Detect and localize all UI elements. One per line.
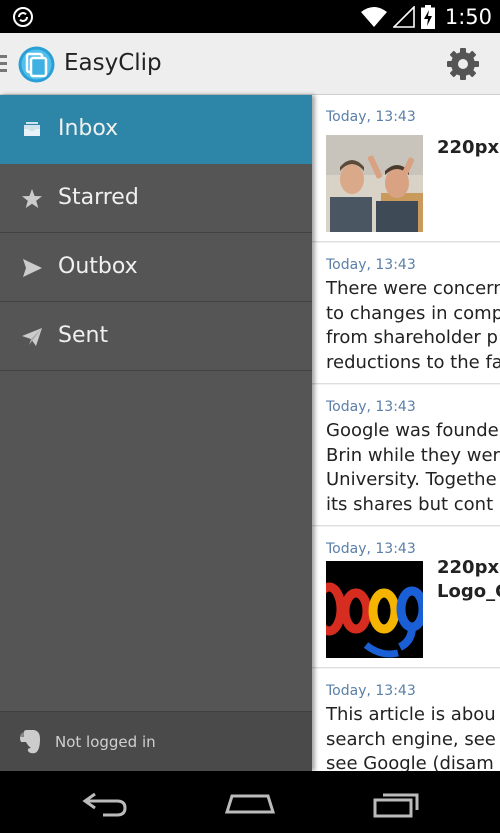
drawer-indicator-icon[interactable]	[0, 55, 7, 73]
drawer-item-label: Sent	[58, 323, 109, 348]
clip-text: There were concern to changes in comp fr…	[326, 278, 500, 373]
inbox-icon	[24, 122, 40, 136]
drawer-item-starred[interactable]: Starred	[0, 164, 312, 233]
paper-plane-icon	[22, 328, 42, 346]
drawer-item-label: Outbox	[58, 254, 138, 279]
clip-timestamp: Today, 13:43	[326, 257, 416, 273]
app-title: EasyClip	[64, 50, 162, 76]
drawer-item-sent[interactable]: Sent	[0, 302, 312, 371]
clip-title: 220px- Logo_G	[437, 557, 500, 602]
system-nav-bar	[0, 771, 500, 833]
settings-gear-icon[interactable]	[446, 47, 480, 81]
status-bar: 1:50	[0, 0, 500, 33]
send-arrow-icon	[23, 259, 42, 277]
clip-item[interactable]: Today, 13:43 This article is abou search…	[312, 669, 500, 771]
clip-timestamp: Today, 13:43	[326, 109, 416, 125]
signal-icon	[392, 5, 415, 28]
app-logo-icon[interactable]	[18, 46, 55, 83]
home-icon[interactable]	[224, 788, 276, 818]
status-time: 1:50	[444, 4, 492, 29]
clip-item[interactable]: Today, 13:43 220px- Logo_G	[312, 527, 500, 668]
drawer-item-label: Inbox	[58, 116, 119, 141]
clip-item[interactable]: Today, 13:43 220px-	[312, 95, 500, 242]
clip-item[interactable]: Today, 13:43 Google was founde Brin whil…	[312, 385, 500, 526]
recent-apps-icon[interactable]	[371, 788, 423, 818]
clip-text: This article is abou search engine, see …	[326, 704, 496, 771]
drawer-item-outbox[interactable]: Outbox	[0, 233, 312, 302]
navigation-drawer: Inbox Starred Outbox Sent Not logged in	[0, 95, 312, 771]
action-bar: EasyClip	[0, 33, 500, 95]
sync-icon	[13, 7, 33, 27]
clip-timestamp: Today, 13:43	[326, 683, 416, 699]
clip-text: Google was founde Brin while they wer Un…	[326, 420, 500, 515]
clip-timestamp: Today, 13:43	[326, 399, 416, 415]
clip-timestamp: Today, 13:43	[326, 541, 416, 557]
clip-list[interactable]: Today, 13:43 220px- Today, 13:43 There w…	[312, 95, 500, 771]
back-icon[interactable]	[79, 788, 131, 818]
photo-two-men-thumbnail	[326, 135, 423, 232]
login-status-label: Not logged in	[55, 733, 156, 751]
wifi-icon	[360, 6, 387, 27]
evernote-login-status[interactable]: Not logged in	[0, 711, 312, 771]
clip-item[interactable]: Today, 13:43 There were concern to chang…	[312, 243, 500, 384]
google-logo-thumbnail	[326, 561, 423, 658]
clip-title: 220px-	[437, 137, 500, 158]
evernote-icon	[20, 730, 40, 754]
battery-charging-icon	[420, 4, 435, 29]
drawer-item-inbox[interactable]: Inbox	[0, 95, 312, 164]
drawer-item-label: Starred	[58, 185, 139, 210]
star-icon	[22, 189, 42, 208]
